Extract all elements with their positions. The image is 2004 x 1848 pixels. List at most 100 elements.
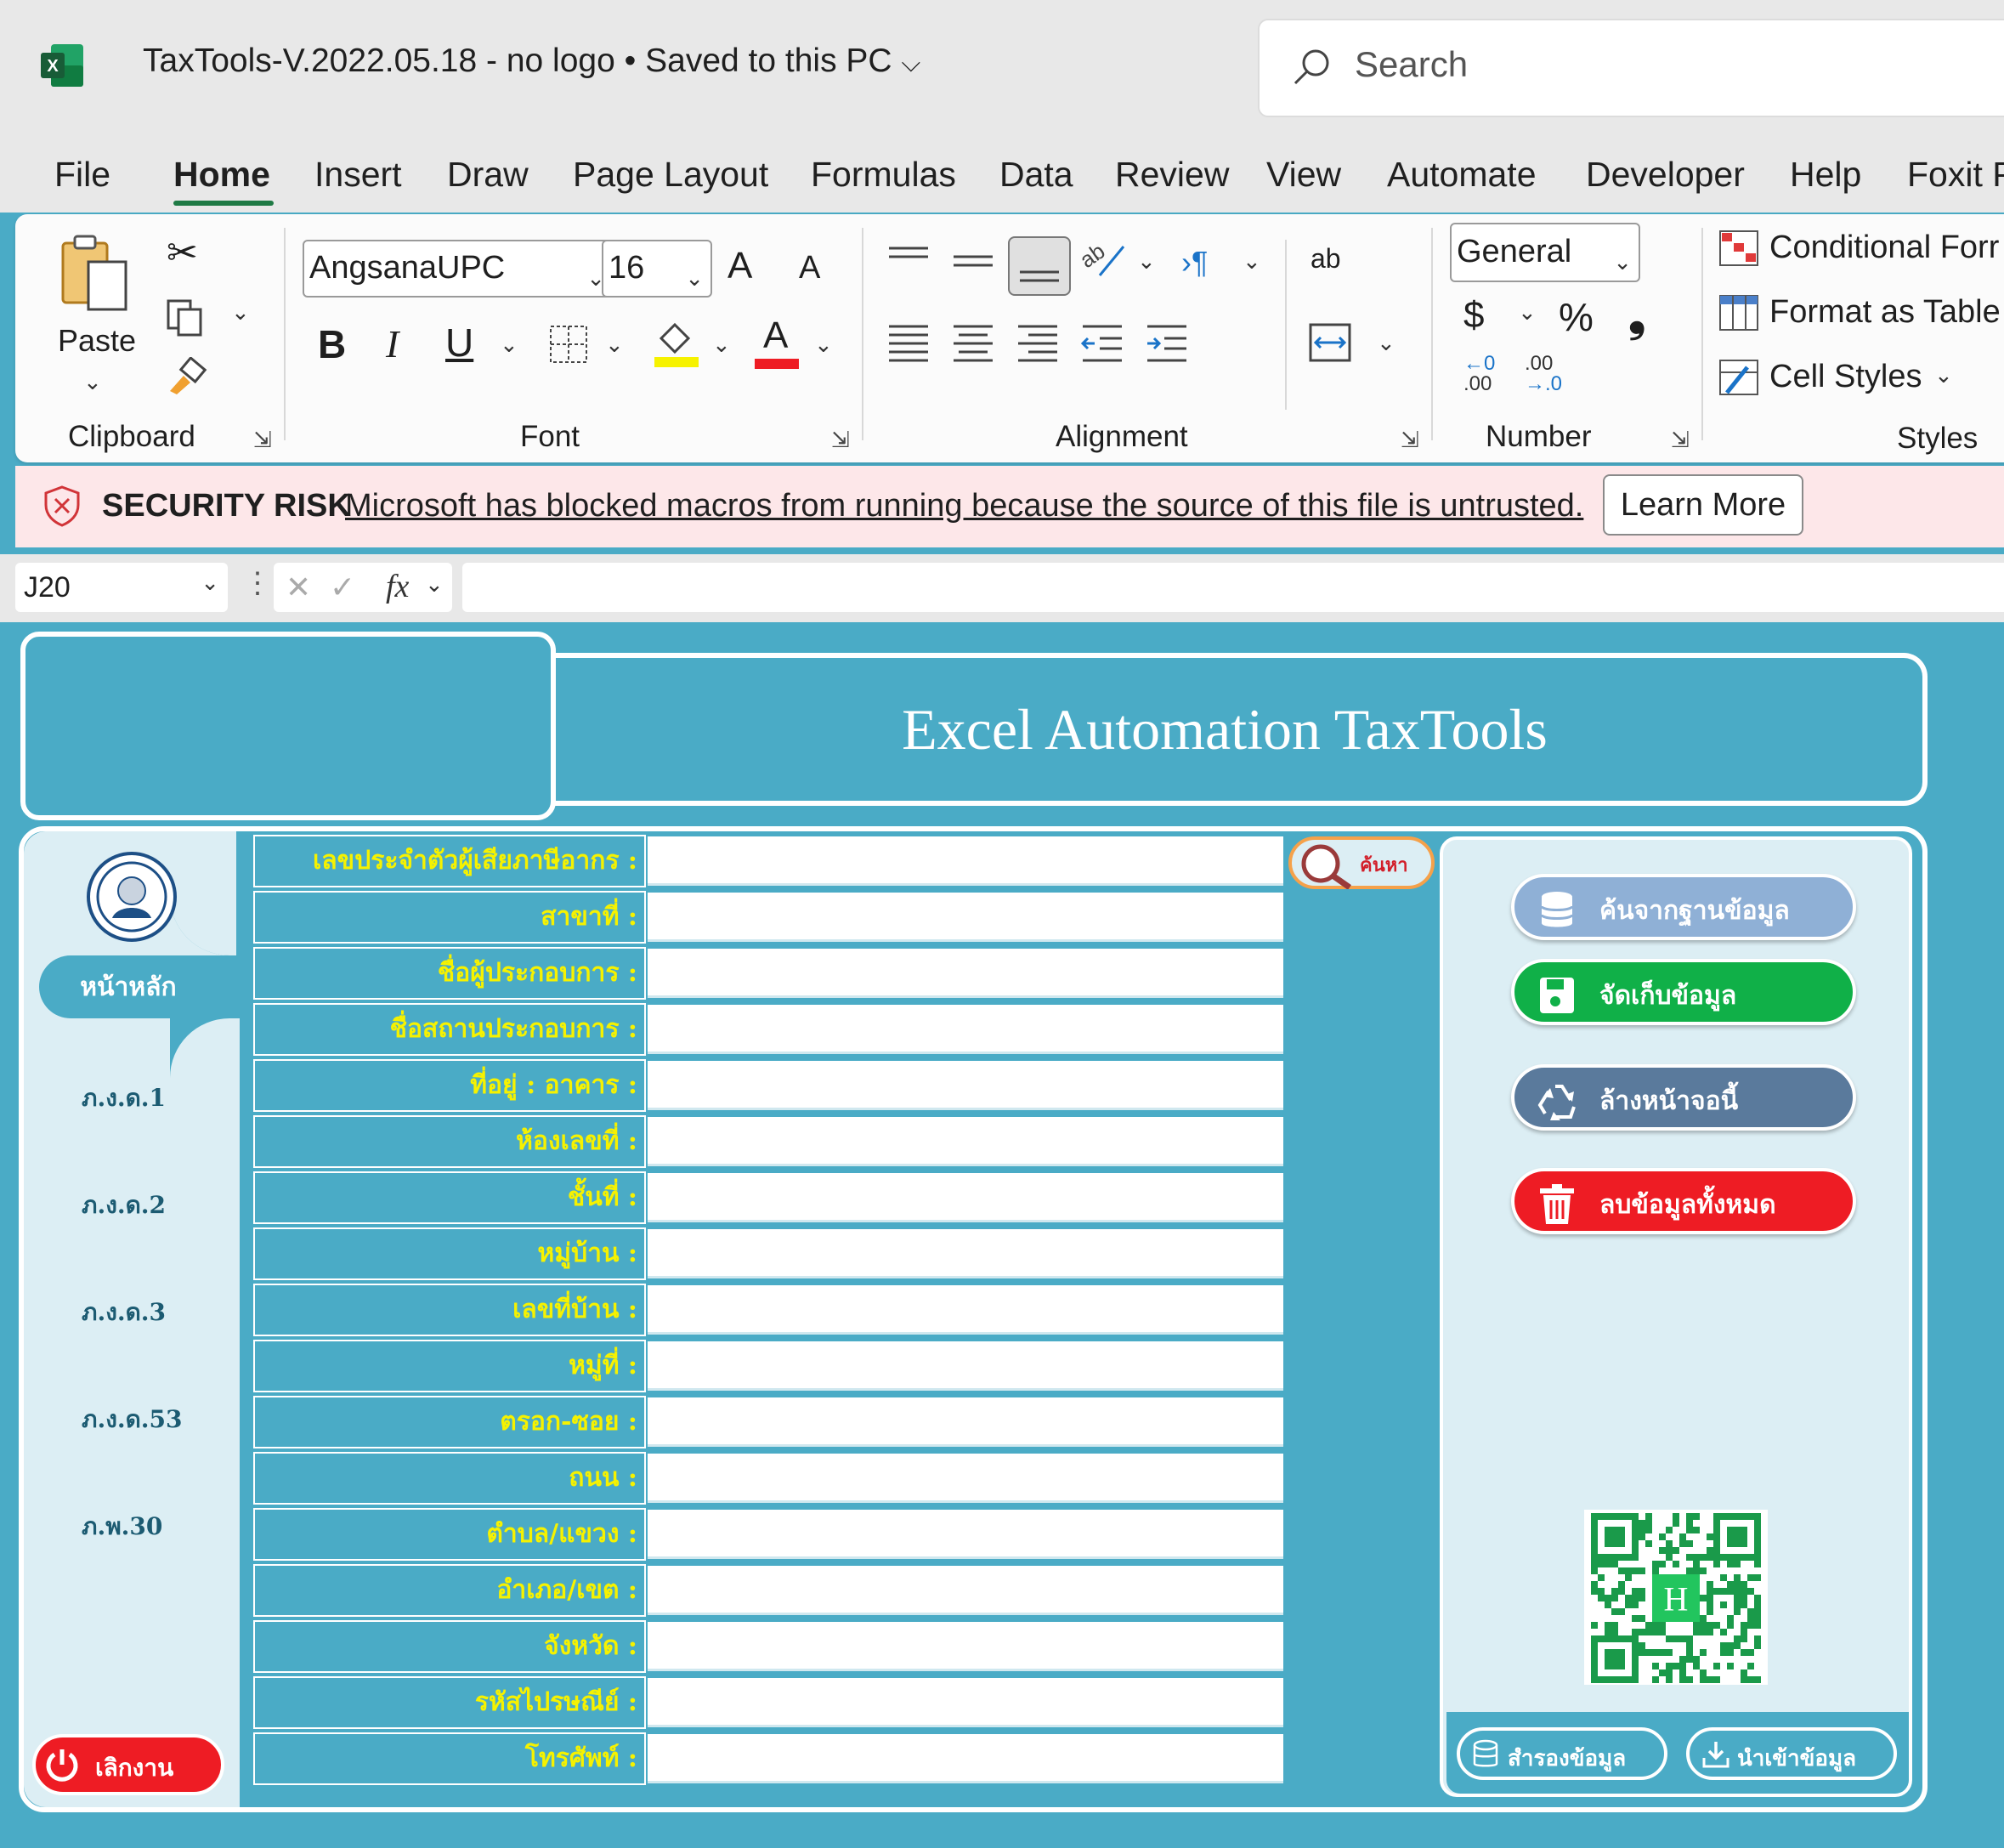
alignment-launcher-icon[interactable]: ⇲ [1401,427,1421,452]
align-center-icon[interactable] [952,323,994,366]
action-button-3[interactable]: ล้างหน้าจอนี้ [1511,1064,1856,1131]
action-button-1[interactable]: ค้นจากฐานข้อมูล [1511,874,1856,940]
fill-color-dropdown-chevron-icon[interactable]: ⌄ [712,332,731,358]
nav-home[interactable]: หน้าหลัก [39,955,218,1018]
import-button[interactable]: นำเข้าข้อมูล [1686,1727,1897,1780]
align-right-icon[interactable] [1016,323,1059,366]
borders-dropdown-chevron-icon[interactable]: ⌄ [605,332,624,358]
font-launcher-icon[interactable]: ⇲ [831,427,852,452]
bold-button[interactable]: B [318,321,346,367]
form-input[interactable] [648,1734,1283,1783]
form-input[interactable] [648,1173,1283,1222]
underline-button[interactable]: U [445,320,473,366]
currency-dropdown-chevron-icon[interactable]: ⌄ [1518,299,1537,326]
chevron-down-icon[interactable]: ⌄ [425,571,444,598]
tab-view[interactable]: View [1266,155,1341,195]
orientation-dropdown-chevron-icon[interactable]: ⌄ [1137,248,1156,275]
more-options-icon[interactable]: ⋮ [243,566,272,600]
format-painter-icon[interactable] [165,355,207,399]
action-button-4[interactable]: ลบข้อมูลทั้งหมด [1511,1168,1856,1234]
file-title[interactable]: TaxTools-V.2022.05.18 - no logo • Saved … [143,43,920,80]
paste-dropdown-chevron-icon[interactable]: ⌄ [83,369,102,395]
form-input[interactable] [648,1622,1283,1671]
clipboard-launcher-icon[interactable]: ⇲ [253,427,274,452]
italic-button[interactable]: I [386,321,399,366]
nav-pnd1[interactable]: ภ.ง.ด.1 [82,1080,166,1117]
form-input[interactable] [648,949,1283,998]
nav-pnd3[interactable]: ภ.ง.ด.3 [82,1294,166,1331]
cut-icon[interactable]: ✂ [167,231,198,275]
increase-indent-icon[interactable] [1146,323,1188,366]
align-middle-icon[interactable] [952,245,994,283]
form-input[interactable] [648,1341,1283,1391]
form-input[interactable] [648,1061,1283,1110]
orientation-icon[interactable]: ab [1075,238,1129,285]
merge-dropdown-chevron-icon[interactable]: ⌄ [1377,330,1395,356]
conditional-formatting-button[interactable]: Conditional Forr [1718,230,1999,271]
number-format-select[interactable]: General ⌄ [1450,223,1640,282]
increase-decimal-button[interactable]: ←0 .00 [1463,354,1495,394]
name-box[interactable]: J20 ⌄ [15,563,228,612]
align-bottom-icon[interactable] [1008,236,1071,296]
form-input[interactable] [648,1005,1283,1054]
form-input[interactable] [648,1510,1283,1559]
percent-button[interactable]: % [1559,294,1594,340]
decrease-font-size-button[interactable]: A [799,250,820,286]
text-direction-dropdown-chevron-icon[interactable]: ⌄ [1243,248,1261,275]
action-button-2[interactable]: จัดเก็บข้อมูล [1511,959,1856,1025]
form-input[interactable] [648,1285,1283,1335]
align-top-icon[interactable] [887,245,930,283]
align-left-icon[interactable] [887,323,930,366]
decrease-indent-icon[interactable] [1080,323,1124,366]
tab-developer[interactable]: Developer [1586,155,1745,195]
nav-pnd2[interactable]: ภ.ง.ด.2 [82,1187,166,1224]
tab-help[interactable]: Help [1790,155,1861,195]
security-message-link[interactable]: Microsoft has blocked macros from runnin… [345,488,1583,524]
tab-home[interactable]: Home [173,155,270,195]
currency-button[interactable]: $ [1463,294,1484,337]
form-input[interactable] [648,1397,1283,1447]
format-as-table-button[interactable]: Format as Table [1718,294,2001,336]
tab-draw[interactable]: Draw [447,155,529,195]
form-input[interactable] [648,1117,1283,1166]
underline-dropdown-chevron-icon[interactable]: ⌄ [500,332,518,358]
tab-page-layout[interactable]: Page Layout [573,155,768,195]
form-input[interactable] [648,1229,1283,1278]
tab-foxit[interactable]: Foxit P [1907,155,2004,195]
increase-font-size-button[interactable]: A [727,245,752,287]
wrap-text-icon[interactable]: ab [1311,243,1341,275]
quit-button[interactable]: เลิกงาน [32,1734,224,1795]
form-input[interactable] [648,836,1283,886]
search-box[interactable]: Search [1258,19,2004,117]
tab-automate[interactable]: Automate [1387,155,1537,195]
form-input[interactable] [648,1454,1283,1503]
decrease-decimal-button[interactable]: .00 →.0 [1525,354,1562,394]
nav-pnd53[interactable]: ภ.ง.ด.53 [82,1401,183,1438]
search-button[interactable]: ค้นหา [1288,836,1435,889]
tab-insert[interactable]: Insert [314,155,402,195]
font-name-select[interactable]: AngsanaUPC ⌄ [303,240,614,298]
tab-data[interactable]: Data [999,155,1073,195]
merge-center-icon[interactable] [1309,323,1351,366]
tab-formulas[interactable]: Formulas [811,155,956,195]
borders-icon[interactable] [549,325,588,368]
confirm-entry-icon[interactable]: ✓ [330,570,355,605]
number-launcher-icon[interactable]: ⇲ [1671,427,1691,452]
backup-button[interactable]: สำรองข้อมูล [1457,1727,1667,1780]
fill-color-icon[interactable] [653,318,700,373]
text-direction-icon[interactable]: ›¶ [1181,245,1208,281]
font-size-select[interactable]: 16 ⌄ [602,240,712,298]
cancel-entry-icon[interactable]: ✕ [286,570,311,605]
excel-app-icon[interactable]: X [39,43,85,88]
insert-function-button[interactable]: fx [386,568,409,605]
form-input[interactable] [648,1678,1283,1727]
form-input[interactable] [648,1566,1283,1615]
cell-styles-button[interactable]: Cell Styles ⌄ [1718,359,1953,400]
comma-style-button[interactable]: ❟ [1628,291,1645,343]
font-color-dropdown-chevron-icon[interactable]: ⌄ [814,332,833,358]
formula-input[interactable] [462,563,2004,612]
copy-icon[interactable] [165,298,206,343]
learn-more-button[interactable]: Learn More [1603,474,1803,536]
tab-review[interactable]: Review [1115,155,1229,195]
paste-button[interactable] [58,233,134,319]
